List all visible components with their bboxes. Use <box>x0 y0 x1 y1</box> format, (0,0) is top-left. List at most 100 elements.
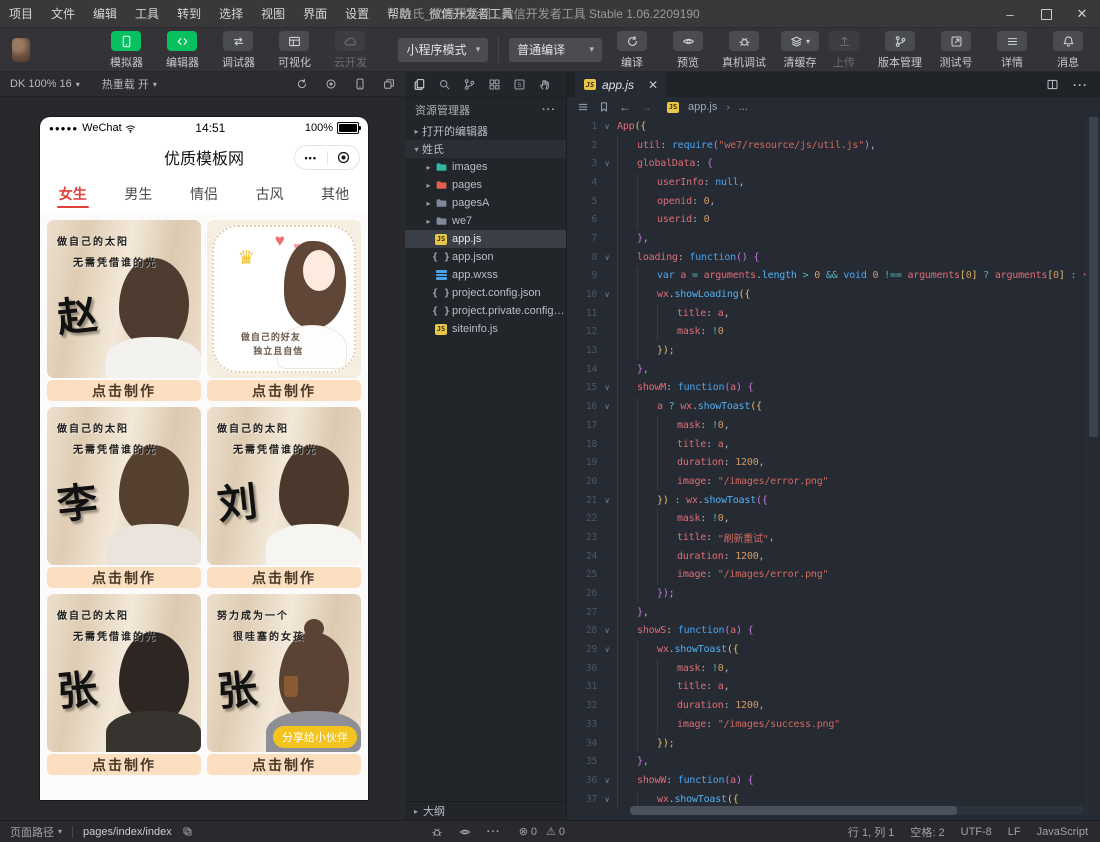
page-path-select[interactable]: 页面路径 ▾ <box>10 824 62 840</box>
menu-界面[interactable]: 界面 <box>294 0 336 28</box>
more-actions-icon[interactable]: ··· <box>487 826 501 838</box>
detach-window-icon[interactable] <box>383 78 395 90</box>
fold-icon[interactable]: ∨ <box>597 383 617 392</box>
share-badge[interactable]: 分享给小伙伴 <box>273 726 357 748</box>
category-tab-古风[interactable]: 古风 <box>237 175 303 213</box>
menu-选择[interactable]: 选择 <box>210 0 252 28</box>
capsule-home-button[interactable] <box>328 150 360 165</box>
menu-设置[interactable]: 设置 <box>336 0 378 28</box>
toolbar-button-phone[interactable]: 模拟器 <box>104 29 148 70</box>
files-icon[interactable] <box>413 78 426 91</box>
toolbar-button-eye[interactable]: 预览 <box>666 29 710 70</box>
toolbar-button-list[interactable]: 详情 <box>990 29 1034 70</box>
hot-reload-toggle[interactable]: 热重载 开 ▾ <box>102 76 157 92</box>
capsule-button[interactable]: ••• <box>294 145 360 170</box>
outline-section[interactable]: ▸ 大纲 <box>405 801 566 820</box>
file-item-images[interactable]: ▸images <box>405 158 566 176</box>
menu-工具[interactable]: 工具 <box>126 0 168 28</box>
make-button[interactable]: 点击制作 <box>47 754 201 775</box>
minimize-button[interactable]: – <box>992 0 1028 28</box>
menu-编辑[interactable]: 编辑 <box>84 0 126 28</box>
user-avatar[interactable] <box>12 38 30 62</box>
restart-icon[interactable] <box>296 78 308 90</box>
mode-select[interactable]: 小程序模式 ▾ <box>398 38 488 62</box>
maximize-button[interactable] <box>1028 0 1064 28</box>
breadcrumb-file[interactable]: app.js <box>688 101 717 113</box>
bookmark-icon[interactable] <box>598 101 610 113</box>
nav-back-icon[interactable]: ← <box>619 100 631 114</box>
file-item-project.config.json[interactable]: { }project.config.json <box>405 284 566 302</box>
split-editor-icon[interactable] <box>1046 78 1059 91</box>
template-card-6[interactable]: 努力成为一个很哇塞的女孩张分享给小伙伴点击制作 <box>207 594 361 775</box>
extensions-icon[interactable] <box>488 78 501 91</box>
category-tab-其他[interactable]: 其他 <box>302 175 368 213</box>
template-card-5[interactable]: 做自己的太阳无需凭借谁的光张点击制作 <box>47 594 201 775</box>
fold-icon[interactable]: ∨ <box>597 122 617 131</box>
toolbar-button-bell[interactable]: 消息 <box>1046 29 1090 70</box>
problem-counts[interactable]: ⊗ 0 ⚠ 0 <box>519 825 565 838</box>
fold-icon[interactable]: ∨ <box>597 159 617 168</box>
make-button[interactable]: 点击制作 <box>47 567 201 588</box>
menu-项目[interactable]: 项目 <box>0 0 42 28</box>
language-mode[interactable]: JavaScript <box>1037 826 1088 838</box>
nav-forward-icon[interactable]: → <box>640 100 652 114</box>
menu-转到[interactable]: 转到 <box>168 0 210 28</box>
indent-setting[interactable]: 空格: 2 <box>910 824 944 840</box>
vertical-scrollbar[interactable] <box>1086 117 1100 820</box>
toolbar-button-bug[interactable]: 真机调试 <box>722 29 766 70</box>
template-card-2[interactable]: ♛♥♥做自己的好友独立且自信点击制作 <box>207 220 361 401</box>
compile-mode-select[interactable]: 普通编译 ▾ <box>509 38 602 62</box>
device-select[interactable]: DK 100% 16 ▾ <box>10 78 80 90</box>
template-image[interactable]: 做自己的太阳无需凭借谁的光刘 <box>207 407 361 565</box>
cursor-position[interactable]: 行 1, 列 1 <box>848 824 894 840</box>
fold-icon[interactable]: ∨ <box>597 776 617 785</box>
fold-icon[interactable]: ∨ <box>597 253 617 262</box>
tree-arrow-icon[interactable]: ▾ <box>411 145 422 154</box>
tab-appjs[interactable]: JS app.js ✕ <box>575 72 667 97</box>
preview-icon[interactable] <box>459 826 471 838</box>
category-tab-男生[interactable]: 男生 <box>106 175 172 213</box>
file-item-pages[interactable]: ▸pages <box>405 176 566 194</box>
device-frame-icon[interactable] <box>354 78 366 90</box>
assistant-icon[interactable] <box>538 78 551 91</box>
fold-icon[interactable]: ∨ <box>597 795 617 804</box>
file-item-pagesA[interactable]: ▸pagesA <box>405 194 566 212</box>
toolbar-button-code[interactable]: 编辑器 <box>160 29 204 70</box>
toolbar-button-layout[interactable]: 可视化 <box>272 29 316 70</box>
template-image[interactable]: 做自己的太阳无需凭借谁的光张 <box>47 594 201 752</box>
make-button[interactable]: 点击制作 <box>207 567 361 588</box>
template-card-1[interactable]: 做自己的太阳无需凭借谁的光赵点击制作 <box>47 220 201 401</box>
more-actions-icon[interactable]: ··· <box>542 104 556 116</box>
tree-arrow-icon[interactable]: ▸ <box>423 181 434 190</box>
copy-path-button[interactable] <box>182 826 193 837</box>
toolbar-button-layers[interactable]: ▾清缓存 <box>778 29 822 70</box>
make-button[interactable]: 点击制作 <box>207 380 361 401</box>
file-item-姓氏[interactable]: ▾姓氏 <box>405 140 566 158</box>
tree-arrow-icon[interactable]: ▸ <box>411 127 422 136</box>
toolbar-button-external[interactable]: 测试号 <box>934 29 978 70</box>
close-button[interactable]: ✕ <box>1064 0 1100 28</box>
close-icon[interactable]: ✕ <box>648 78 658 92</box>
fold-icon[interactable]: ∨ <box>597 645 617 654</box>
template-image[interactable]: 做自己的太阳无需凭借谁的光赵 <box>47 220 201 378</box>
category-tab-情侣[interactable]: 情侣 <box>171 175 237 213</box>
template-image[interactable]: 做自己的太阳无需凭借谁的光李 <box>47 407 201 565</box>
file-item-we7[interactable]: ▸we7 <box>405 212 566 230</box>
fold-icon[interactable]: ∨ <box>597 290 617 299</box>
file-item-app.json[interactable]: { }app.json <box>405 248 566 266</box>
record-icon[interactable] <box>325 78 337 90</box>
capsule-more-icon[interactable]: ••• <box>295 153 327 163</box>
toolbar-button-swap[interactable]: 调试器 <box>216 29 260 70</box>
fold-icon[interactable]: ∨ <box>597 626 617 635</box>
file-item-打开的编辑器[interactable]: ▸打开的编辑器 <box>405 122 566 140</box>
tree-arrow-icon[interactable]: ▸ <box>423 163 434 172</box>
make-button[interactable]: 点击制作 <box>47 380 201 401</box>
file-item-project.private.config.js...[interactable]: { }project.private.config.js... <box>405 302 566 320</box>
tree-arrow-icon[interactable]: ▸ <box>423 199 434 208</box>
horizontal-scrollbar[interactable] <box>630 806 1084 815</box>
more-actions-icon[interactable]: ··· <box>1073 78 1088 92</box>
file-item-app.js[interactable]: JSapp.js <box>405 230 566 248</box>
encoding-setting[interactable]: UTF-8 <box>961 826 992 838</box>
search-icon[interactable] <box>438 78 451 91</box>
template-image[interactable]: ♛♥♥做自己的好友独立且自信 <box>207 220 361 378</box>
